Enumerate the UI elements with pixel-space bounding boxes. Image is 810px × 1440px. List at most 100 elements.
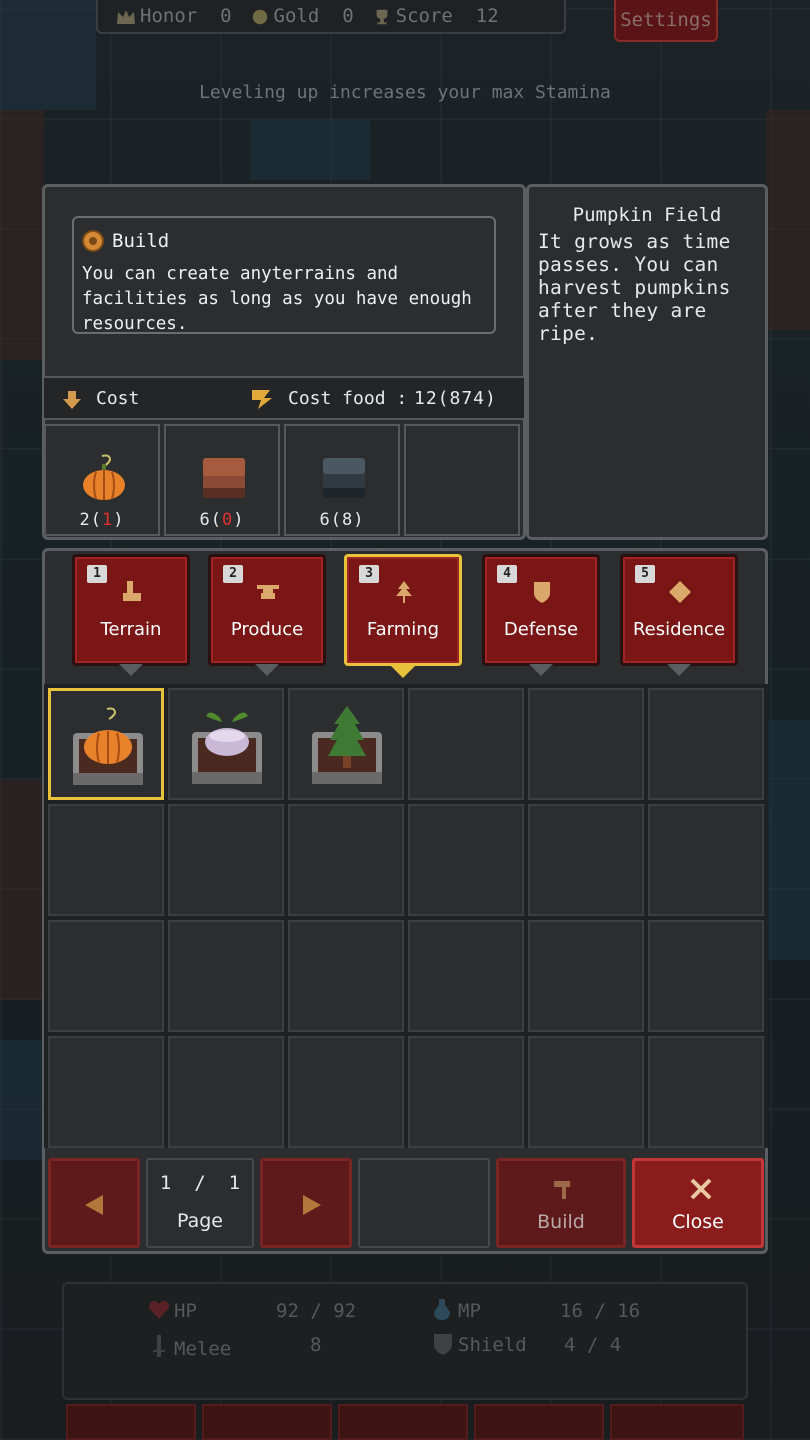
build-description: You can create anyterrains and facilitie… <box>82 264 472 334</box>
stone-block-icon <box>323 458 365 498</box>
honor-stat: Honor 0 <box>116 5 232 27</box>
page-counter: 1 / 1 <box>159 1172 241 1194</box>
grid-slot-empty[interactable] <box>48 920 164 1032</box>
tab-defense[interactable]: 4 Defense <box>482 554 600 666</box>
resource-qty: 6(8) <box>319 510 365 530</box>
cost-row: Cost Cost food : 12(874) <box>44 376 524 420</box>
grid-slot-turnip-field[interactable] <box>168 688 284 800</box>
grid-slot-empty[interactable] <box>528 920 644 1032</box>
tab-label: Produce <box>230 619 304 640</box>
item-title: Pumpkin Field <box>572 204 722 226</box>
arrow-down-icon <box>63 391 81 409</box>
grid-slot-empty[interactable] <box>48 804 164 916</box>
build-button-label: Build <box>537 1211 585 1233</box>
trophy-icon <box>376 9 388 24</box>
grid-slot-tree-planter[interactable] <box>288 688 404 800</box>
grid-slot-empty[interactable] <box>648 688 764 800</box>
honor-value: 0 <box>220 5 232 27</box>
cost-food-value: 12(874) <box>414 388 497 409</box>
grid-slot-pumpkin-field[interactable] <box>48 688 164 800</box>
settings-label: Settings <box>620 9 712 31</box>
tab-label: Terrain <box>100 619 162 640</box>
tab-label: Residence <box>632 619 726 640</box>
dirt-tile <box>0 110 44 360</box>
prev-page-button[interactable] <box>48 1158 140 1248</box>
page-indicator: 1 / 1 Page <box>146 1158 254 1248</box>
pumpkin-field-icon <box>73 707 143 785</box>
shield-icon <box>534 582 550 603</box>
build-target-icon <box>82 230 104 252</box>
turnip-field-icon <box>192 712 262 784</box>
food-bolt-icon <box>252 390 272 409</box>
grid-slot-empty[interactable] <box>648 920 764 1032</box>
melee-label: Melee <box>174 1338 232 1360</box>
cost-food-label: Cost food : <box>288 388 408 409</box>
resource-qty: 2(1) <box>79 510 125 530</box>
cost-label: Cost <box>96 388 140 409</box>
diamond-icon <box>669 581 691 603</box>
item-description: It grows as time passes. You can harvest… <box>538 230 731 345</box>
score-label: Score <box>395 5 453 27</box>
build-title-row: Build <box>82 230 486 252</box>
resource-slot: 2(1) <box>44 424 160 536</box>
grid-slot-empty[interactable] <box>528 1036 644 1148</box>
tab-farming[interactable]: 3 Farming <box>344 554 462 666</box>
bottom-action-button[interactable] <box>474 1404 604 1440</box>
hint-text: Leveling up increases your max Stamina <box>199 82 611 103</box>
settings-button[interactable]: Settings <box>614 0 718 42</box>
tab-number: 1 <box>87 565 107 583</box>
grid-slot-empty[interactable] <box>168 804 284 916</box>
shield-stat-icon <box>434 1334 452 1355</box>
grid-slot-empty[interactable] <box>48 1036 164 1148</box>
bottom-action-button[interactable] <box>202 1404 332 1440</box>
player-status-panel: HP 92 / 92 MP 16 / 16 Melee 8 Shield 4 /… <box>62 1282 748 1400</box>
grid-slot-empty[interactable] <box>288 1036 404 1148</box>
mp-label: MP <box>458 1300 481 1322</box>
tab-residence[interactable]: 5 Residence <box>620 554 738 666</box>
grid-slot-empty[interactable] <box>408 1036 524 1148</box>
tab-number: 5 <box>635 565 655 583</box>
pumpkin-icon <box>83 454 125 500</box>
bottom-action-button[interactable] <box>338 1404 468 1440</box>
resource-slot-empty <box>404 424 520 536</box>
arrow-left-icon <box>85 1195 103 1215</box>
tab-terrain[interactable]: 1 Terrain <box>72 554 190 666</box>
gold-coin-icon <box>252 9 267 24</box>
tab-produce[interactable]: 2 Produce <box>208 554 326 666</box>
grid-slot-empty[interactable] <box>288 920 404 1032</box>
next-page-button[interactable] <box>260 1158 352 1248</box>
hp-value: 92 / 92 <box>276 1300 357 1322</box>
heart-icon <box>149 1301 169 1319</box>
sword-icon <box>153 1335 165 1357</box>
grid-slot-empty[interactable] <box>648 1036 764 1148</box>
crown-icon <box>117 9 135 24</box>
build-button[interactable]: Build <box>496 1158 626 1248</box>
tab-label: Farming <box>366 619 440 640</box>
item-grid <box>44 684 768 1148</box>
tab-label: Defense <box>503 619 579 640</box>
page-label: Page <box>177 1210 223 1232</box>
grid-slot-empty[interactable] <box>408 804 524 916</box>
grid-slot-empty[interactable] <box>408 920 524 1032</box>
tab-indicator-arrow-active <box>391 666 415 678</box>
tab-indicator-arrow <box>119 664 143 676</box>
sprout-icon <box>396 581 412 603</box>
grid-slot-empty[interactable] <box>648 804 764 916</box>
bottom-action-button[interactable] <box>610 1404 744 1440</box>
gold-label: Gold <box>273 5 320 27</box>
grid-slot-empty[interactable] <box>168 1036 284 1148</box>
close-button[interactable]: Close <box>632 1158 764 1248</box>
mp-value: 16 / 16 <box>560 1300 641 1322</box>
grid-slot-empty[interactable] <box>168 920 284 1032</box>
dirt-block-icon <box>203 458 245 498</box>
bottom-action-button[interactable] <box>66 1404 196 1440</box>
empty-control-slot <box>358 1158 490 1248</box>
grid-slot-empty[interactable] <box>408 688 524 800</box>
hammer-icon <box>554 1181 570 1199</box>
resource-qty: 6(0) <box>199 510 245 530</box>
tab-indicator-arrow <box>529 664 553 676</box>
tab-number: 3 <box>359 565 379 583</box>
grid-slot-empty[interactable] <box>288 804 404 916</box>
grid-slot-empty[interactable] <box>528 804 644 916</box>
grid-slot-empty[interactable] <box>528 688 644 800</box>
